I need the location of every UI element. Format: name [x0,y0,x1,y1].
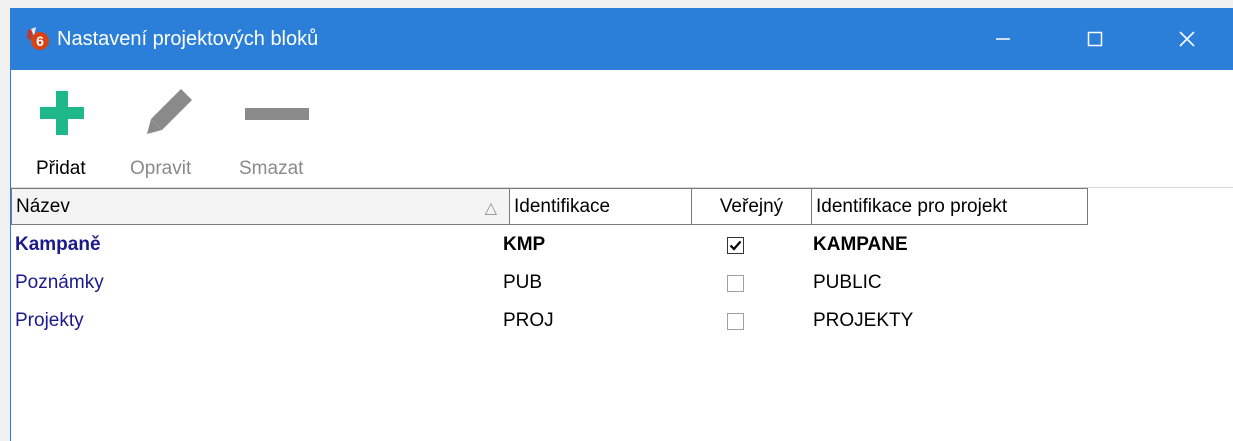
checkmark-icon [729,240,742,251]
row-project-identification: PUBLIC [813,272,882,293]
row-name: Poznámky [15,272,104,293]
row-name: Projekty [15,310,84,331]
row-identification: PROJ [503,310,554,331]
pencil-icon [147,89,192,134]
column-header-project-identification[interactable]: Identifikace pro projekt [811,189,1088,224]
row-public [727,226,744,264]
plus-icon [40,91,84,135]
title-bar[interactable]: 6 Nastavení projektových bloků [11,8,1233,70]
column-header-name[interactable]: Název △ [11,189,509,224]
add-label: Přidat [36,158,86,179]
maximize-button[interactable] [1049,8,1141,70]
public-checkbox[interactable] [727,274,744,292]
maximize-icon [1087,31,1103,47]
delete-label: Smazat [239,158,304,179]
column-header-identification[interactable]: Identifikace [509,189,691,224]
table-row[interactable]: Projekty PROJ PROJEKTY [11,302,1111,340]
row-identification: PUB [503,272,543,293]
table-row[interactable]: Poznámky PUB PUBLIC [11,264,1111,302]
edit-button[interactable]: Opravit [123,70,215,188]
minimize-button[interactable] [957,8,1049,70]
table-row[interactable]: Kampaně KMP KAMPANE [11,226,1111,264]
row-name: Kampaně [15,234,101,255]
app-logo-icon: 6 [25,26,51,52]
close-icon [1179,31,1195,47]
edit-label: Opravit [130,158,192,179]
row-identification: KMP [503,234,546,255]
column-header-public[interactable]: Veřejný [691,189,811,224]
delete-button[interactable]: Smazat [233,70,323,188]
close-button[interactable] [1141,8,1233,70]
row-public [727,264,744,302]
table-header: Název △ Identifikace Veřejný Identifikac… [11,188,1088,225]
sort-ascending-icon: △ [484,200,497,217]
add-button[interactable]: Přidat [29,70,103,188]
settings-window: 6 Nastavení projektových bloků Přidat Op… [10,8,1233,441]
minimize-icon [996,38,1010,40]
toolbar: Přidat Opravit Smazat [11,70,1233,188]
window-title: Nastavení projektových bloků [57,27,319,50]
row-project-identification: PROJEKTY [813,310,914,331]
svg-text:6: 6 [36,33,44,49]
minus-icon [245,108,309,120]
row-public [727,302,744,340]
public-checkbox[interactable] [727,312,744,330]
row-project-identification: KAMPANE [813,234,908,255]
public-checkbox[interactable] [727,236,744,254]
